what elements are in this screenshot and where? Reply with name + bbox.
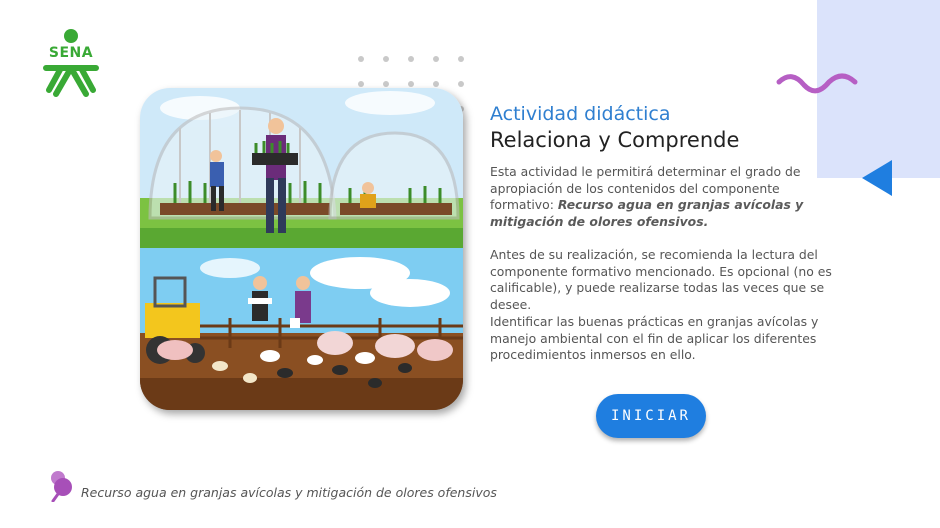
logo-text: SENA: [48, 45, 94, 61]
objective-paragraph: Identificar las buenas prácticas en gran…: [490, 314, 819, 362]
triangle-arrow-icon[interactable]: [860, 158, 894, 198]
recommendation-paragraph: Antes de su realización, se recomienda l…: [490, 247, 832, 312]
pin-icon: [51, 471, 72, 502]
intro-paragraph: Esta actividad le permitirá determinar e…: [490, 164, 845, 230]
footer-course-title: Recurso agua en granjas avícolas y mitig…: [81, 485, 497, 500]
squiggle-decor-icon: [776, 73, 858, 94]
activity-subtitle: Actividad didáctica: [490, 103, 671, 125]
start-button[interactable]: INICIAR: [596, 394, 706, 438]
page-title: Relaciona y Comprende: [490, 128, 740, 152]
sena-logo: [43, 29, 99, 97]
farm-illustration: [140, 88, 463, 410]
